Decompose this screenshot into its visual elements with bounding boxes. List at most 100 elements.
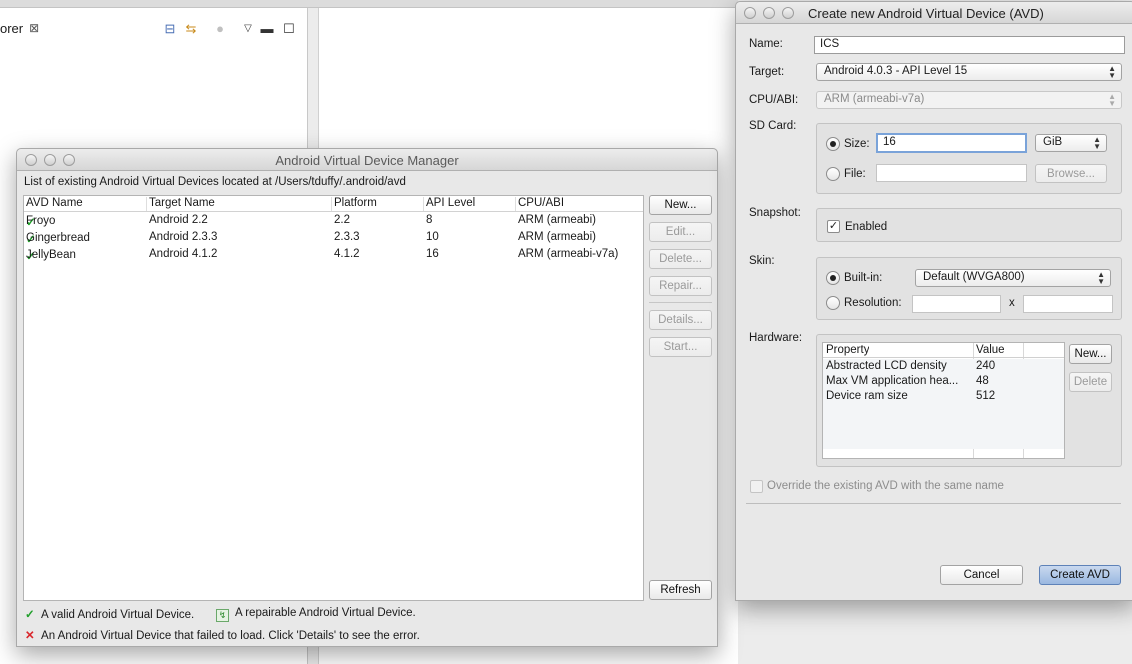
refresh-button[interactable]: Refresh xyxy=(649,580,712,600)
property-value[interactable]: 512 xyxy=(976,390,995,402)
platform: 2.3.3 xyxy=(334,231,360,243)
name-input[interactable]: ICS xyxy=(814,36,1125,54)
table-header: AVD Name Target Name Platform API Level … xyxy=(24,196,643,212)
snapshot-enabled-checkbox[interactable]: ✓ xyxy=(827,220,840,233)
sd-card-label: SD Card: xyxy=(749,120,797,132)
empty-row xyxy=(823,404,1064,419)
name-label: Name: xyxy=(749,38,783,50)
table-row[interactable]: ✓ JellyBean Android 4.1.2 4.1.2 16 ARM (… xyxy=(24,247,643,264)
error-x-icon: ✕ xyxy=(25,630,35,642)
select-arrows-icon: ▲ ▼ xyxy=(1108,64,1116,80)
table-row[interactable]: Abstracted LCD density 240 xyxy=(823,359,1064,374)
new-avd-button[interactable]: New... xyxy=(649,195,712,215)
table-row[interactable]: Device ram size 512 xyxy=(823,389,1064,404)
empty-row xyxy=(823,419,1064,434)
skin-builtin-value: Default (WVGA800) xyxy=(923,271,1025,283)
sd-file-radio[interactable] xyxy=(826,167,840,181)
column-header-target-name[interactable]: Target Name xyxy=(149,197,332,211)
column-header-api-level[interactable]: API Level xyxy=(426,197,516,211)
start-avd-button[interactable]: Start... xyxy=(649,337,712,357)
minimize-icon[interactable]: ▬ xyxy=(260,22,274,36)
eclipse-toolbar-strip xyxy=(0,0,738,8)
skin-builtin-radio[interactable] xyxy=(826,271,840,285)
close-window-icon[interactable] xyxy=(744,7,756,19)
api-level: 8 xyxy=(426,214,433,226)
property-value[interactable]: 240 xyxy=(976,360,995,372)
override-label: Override the existing AVD with the same … xyxy=(767,480,1004,492)
column-header-platform[interactable]: Platform xyxy=(334,197,424,211)
browse-button[interactable]: Browse... xyxy=(1035,164,1107,183)
column-header-avd-name[interactable]: AVD Name xyxy=(26,197,147,211)
legend-repairable: ↯ A repairable Android Virtual Device. xyxy=(216,607,416,622)
maximize-icon[interactable]: ☐ xyxy=(282,22,296,36)
hardware-table[interactable]: Property Value Abstracted LCD density 24… xyxy=(822,342,1065,459)
platform: 4.1.2 xyxy=(334,248,360,260)
close-icon[interactable]: ⊠ xyxy=(29,21,39,35)
skin-builtin-select[interactable]: Default (WVGA800) ▲ ▼ xyxy=(915,269,1111,287)
sd-size-radio[interactable] xyxy=(826,137,840,151)
skin-label: Skin: xyxy=(749,255,775,267)
view-menu-icon[interactable]: ▽ xyxy=(241,22,255,36)
avd-name: Gingerbread xyxy=(26,232,90,244)
sd-unit-select[interactable]: GiB ▲ ▼ xyxy=(1035,134,1107,152)
avd-manager-window: Android Virtual Device Manager List of e… xyxy=(16,148,718,647)
sd-size-input[interactable]: 16 xyxy=(876,133,1027,153)
dialog-separator xyxy=(746,503,1121,504)
target-name: Android 4.1.2 xyxy=(149,248,218,260)
resolution-height-input[interactable] xyxy=(1023,295,1113,313)
sd-file-label: File: xyxy=(844,168,866,180)
avd-manager-titlebar: Android Virtual Device Manager xyxy=(17,149,717,171)
column-header-cpu-abi[interactable]: CPU/ABI xyxy=(518,197,643,211)
skin-resolution-radio[interactable] xyxy=(826,296,840,310)
window-title: Android Virtual Device Manager xyxy=(275,153,459,168)
target-label: Target: xyxy=(749,66,785,78)
avd-name: Froyo xyxy=(26,215,56,227)
cpu-abi-select[interactable]: ARM (armeabi-v7a) ▲ ▼ xyxy=(816,91,1122,109)
column-header-property[interactable]: Property xyxy=(826,344,869,356)
zoom-window-icon[interactable] xyxy=(782,7,794,19)
snapshot-label: Snapshot: xyxy=(749,207,801,219)
legend-valid: ✓ A valid Android Virtual Device. xyxy=(25,607,194,621)
hardware-delete-button[interactable]: Delete xyxy=(1069,372,1112,392)
filter-icon[interactable]: ● xyxy=(213,22,227,36)
valid-check-icon: ✓ xyxy=(25,609,35,621)
column-header-value[interactable]: Value xyxy=(976,344,1005,356)
repair-icon: ↯ xyxy=(216,609,229,622)
skin-group: Built-in: Default (WVGA800) ▲ ▼ Resolutio… xyxy=(816,257,1122,320)
target-select[interactable]: Android 4.0.3 - API Level 15 ▲ ▼ xyxy=(816,63,1122,81)
resolution-x-label: x xyxy=(1009,297,1015,309)
override-checkbox[interactable] xyxy=(750,480,763,493)
avd-table[interactable]: AVD Name Target Name Platform API Level … xyxy=(23,195,644,601)
table-header: Property Value xyxy=(823,343,1064,358)
skin-resolution-label: Resolution: xyxy=(844,297,902,309)
sd-unit-value: GiB xyxy=(1043,136,1063,148)
select-arrows-icon: ▲ ▼ xyxy=(1097,270,1105,286)
details-avd-button[interactable]: Details... xyxy=(649,310,712,330)
minimize-window-icon[interactable] xyxy=(763,7,775,19)
collapse-all-icon[interactable]: ⊟ xyxy=(163,22,177,36)
explorer-tab[interactable]: orer ⊠ xyxy=(0,14,50,42)
resolution-width-input[interactable] xyxy=(912,295,1001,313)
table-row[interactable]: ✓ Gingerbread Android 2.3.3 2.3.3 10 ARM… xyxy=(24,230,643,247)
sd-file-input[interactable] xyxy=(876,164,1027,182)
table-row[interactable]: Max VM application hea... 48 xyxy=(823,374,1064,389)
skin-builtin-label: Built-in: xyxy=(844,272,883,284)
legend-failed: ✕ An Android Virtual Device that failed … xyxy=(25,628,420,642)
cpu-abi: ARM (armeabi) xyxy=(518,214,596,226)
table-row[interactable]: ✓ Froyo Android 2.2 2.2 8 ARM (armeabi) xyxy=(24,213,643,230)
cancel-button[interactable]: Cancel xyxy=(940,565,1023,585)
avd-name: JellyBean xyxy=(26,249,76,261)
create-avd-button[interactable]: Create AVD xyxy=(1039,565,1121,585)
property-name: Abstracted LCD density xyxy=(826,360,947,372)
hardware-new-button[interactable]: New... xyxy=(1069,344,1112,364)
api-level: 16 xyxy=(426,248,439,260)
delete-avd-button[interactable]: Delete... xyxy=(649,249,712,269)
repair-avd-button[interactable]: Repair... xyxy=(649,276,712,296)
sd-size-label: Size: xyxy=(844,138,870,150)
window-controls xyxy=(744,7,794,19)
property-value[interactable]: 48 xyxy=(976,375,989,387)
legend-repairable-text: A repairable Android Virtual Device. xyxy=(235,607,416,619)
edit-avd-button[interactable]: Edit... xyxy=(649,222,712,242)
link-with-editor-icon[interactable]: ⇆ xyxy=(184,22,198,36)
api-level: 10 xyxy=(426,231,439,243)
